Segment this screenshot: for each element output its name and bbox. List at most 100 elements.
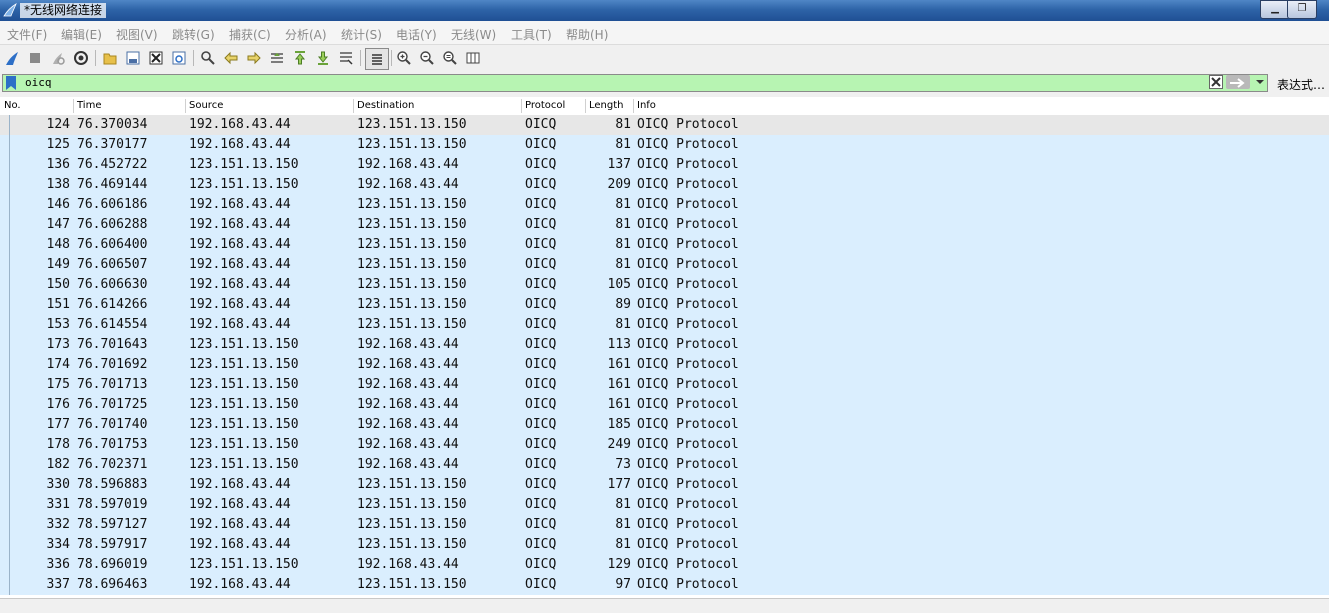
column-divider[interactable] <box>633 99 634 113</box>
table-row[interactable]: 124 76.370034 192.168.43.44 123.151.13.150 O… <box>0 115 1329 135</box>
minimize-button[interactable]: ▁ <box>1260 0 1290 19</box>
first-packet-icon[interactable] <box>291 49 309 67</box>
packet-protocol: OICQ <box>525 517 557 532</box>
column-info[interactable]: Info <box>637 100 656 111</box>
table-row[interactable]: 148 76.606400 192.168.43.44 123.151.13.150 O… <box>0 235 1329 255</box>
table-row[interactable]: 334 78.597917 192.168.43.44 123.151.13.150 O… <box>0 535 1329 555</box>
packet-source: 192.168.43.44 <box>189 197 291 212</box>
go-back-icon[interactable] <box>222 49 240 67</box>
packet-length: 81 <box>615 317 631 332</box>
column-time[interactable]: Time <box>77 100 101 111</box>
packet-length: 81 <box>615 517 631 532</box>
zoom-in-icon[interactable] <box>395 49 413 67</box>
table-row[interactable]: 146 76.606186 192.168.43.44 123.151.13.150 O… <box>0 195 1329 215</box>
menu-go[interactable]: 跳转(G) <box>172 26 215 43</box>
column-no[interactable]: No. <box>4 100 21 111</box>
restore-button[interactable]: ❐ <box>1287 0 1317 19</box>
stop-capture-icon[interactable] <box>26 49 44 67</box>
save-file-icon[interactable] <box>124 49 142 67</box>
clear-filter-icon[interactable] <box>1209 75 1223 89</box>
packet-destination: 123.151.13.150 <box>357 297 467 312</box>
restart-capture-icon[interactable] <box>49 49 67 67</box>
column-destination[interactable]: Destination <box>357 100 414 111</box>
related-packet-marker <box>9 375 10 395</box>
table-row[interactable]: 153 76.614554 192.168.43.44 123.151.13.150 O… <box>0 315 1329 335</box>
packet-info: OICQ Protocol <box>637 337 739 352</box>
chevron-down-icon[interactable] <box>1254 75 1266 89</box>
table-row[interactable]: 177 76.701740 123.151.13.150 192.168.43.44 O… <box>0 415 1329 435</box>
table-row[interactable]: 176 76.701725 123.151.13.150 192.168.43.44 O… <box>0 395 1329 415</box>
column-divider[interactable] <box>521 99 522 113</box>
packet-source: 123.151.13.150 <box>189 417 299 432</box>
colorize-icon[interactable] <box>365 48 389 70</box>
table-row[interactable]: 332 78.597127 192.168.43.44 123.151.13.150 O… <box>0 515 1329 535</box>
packet-length: 161 <box>607 357 631 372</box>
open-file-icon[interactable] <box>101 49 119 67</box>
packet-source: 192.168.43.44 <box>189 297 291 312</box>
last-packet-icon[interactable] <box>314 49 332 67</box>
menu-statistics[interactable]: 统计(S) <box>341 26 382 43</box>
zoom-out-icon[interactable] <box>418 49 436 67</box>
packet-info: OICQ Protocol <box>637 557 739 572</box>
table-row[interactable]: 125 76.370177 192.168.43.44 123.151.13.150 O… <box>0 135 1329 155</box>
column-divider[interactable] <box>185 99 186 113</box>
table-row[interactable]: 336 78.696019 123.151.13.150 192.168.43.44 O… <box>0 555 1329 575</box>
menu-wireless[interactable]: 无线(W) <box>451 26 496 43</box>
column-protocol[interactable]: Protocol <box>525 100 565 111</box>
table-row[interactable]: 147 76.606288 192.168.43.44 123.151.13.150 O… <box>0 215 1329 235</box>
table-row[interactable]: 337 78.696463 192.168.43.44 123.151.13.150 O… <box>0 575 1329 595</box>
packet-time: 76.701753 <box>77 437 148 452</box>
packet-time: 76.606630 <box>77 277 148 292</box>
related-packet-marker <box>9 475 10 495</box>
bookmark-icon[interactable] <box>5 76 17 90</box>
packet-source: 192.168.43.44 <box>189 577 291 592</box>
table-row[interactable]: 149 76.606507 192.168.43.44 123.151.13.150 O… <box>0 255 1329 275</box>
packet-length: 97 <box>615 577 631 592</box>
table-row[interactable]: 330 78.596883 192.168.43.44 123.151.13.150 O… <box>0 475 1329 495</box>
menu-edit[interactable]: 编辑(E) <box>61 26 102 43</box>
start-capture-icon[interactable] <box>3 49 21 67</box>
display-filter-value[interactable]: oicq <box>25 76 52 89</box>
menu-telephony[interactable]: 电话(Y) <box>396 26 437 43</box>
column-divider[interactable] <box>353 99 354 113</box>
table-row[interactable]: 173 76.701643 123.151.13.150 192.168.43.44 O… <box>0 335 1329 355</box>
apply-filter-button[interactable] <box>1226 75 1250 89</box>
column-divider[interactable] <box>585 99 586 113</box>
column-source[interactable]: Source <box>189 100 223 111</box>
go-forward-icon[interactable] <box>245 49 263 67</box>
packet-info: OICQ Protocol <box>637 477 739 492</box>
packet-destination: 192.168.43.44 <box>357 557 459 572</box>
packet-info: OICQ Protocol <box>637 137 739 152</box>
display-filter-input[interactable]: oicq <box>2 74 1268 92</box>
packet-protocol: OICQ <box>525 337 557 352</box>
resize-columns-icon[interactable] <box>464 49 482 67</box>
auto-scroll-icon[interactable] <box>337 49 355 67</box>
menu-view[interactable]: 视图(V) <box>116 26 158 43</box>
column-divider[interactable] <box>73 99 74 113</box>
table-row[interactable]: 136 76.452722 123.151.13.150 192.168.43.44 O… <box>0 155 1329 175</box>
table-row[interactable]: 178 76.701753 123.151.13.150 192.168.43.44 O… <box>0 435 1329 455</box>
table-row[interactable]: 175 76.701713 123.151.13.150 192.168.43.44 O… <box>0 375 1329 395</box>
packet-length: 81 <box>615 217 631 232</box>
menu-capture[interactable]: 捕获(C) <box>229 26 271 43</box>
table-row[interactable]: 151 76.614266 192.168.43.44 123.151.13.150 O… <box>0 295 1329 315</box>
expression-button[interactable]: 表达式… <box>1277 76 1325 93</box>
menu-analyze[interactable]: 分析(A) <box>285 26 327 43</box>
close-file-icon[interactable] <box>147 49 165 67</box>
menu-file[interactable]: 文件(F) <box>7 26 47 43</box>
table-row[interactable]: 150 76.606630 192.168.43.44 123.151.13.150 O… <box>0 275 1329 295</box>
capture-options-icon[interactable] <box>72 49 90 67</box>
packet-no: 138 <box>46 177 70 192</box>
table-row[interactable]: 174 76.701692 123.151.13.150 192.168.43.44 O… <box>0 355 1329 375</box>
reload-file-icon[interactable] <box>170 49 188 67</box>
go-to-packet-icon[interactable] <box>268 49 286 67</box>
menu-help[interactable]: 帮助(H) <box>566 26 608 43</box>
zoom-normal-icon[interactable] <box>441 49 459 67</box>
table-row[interactable]: 331 78.597019 192.168.43.44 123.151.13.150 O… <box>0 495 1329 515</box>
table-row[interactable]: 182 76.702371 123.151.13.150 192.168.43.44 O… <box>0 455 1329 475</box>
packet-time: 78.597019 <box>77 497 148 512</box>
table-row[interactable]: 138 76.469144 123.151.13.150 192.168.43.44 O… <box>0 175 1329 195</box>
find-packet-icon[interactable] <box>199 49 217 67</box>
column-length[interactable]: Length <box>589 100 624 111</box>
menu-tools[interactable]: 工具(T) <box>511 26 552 43</box>
